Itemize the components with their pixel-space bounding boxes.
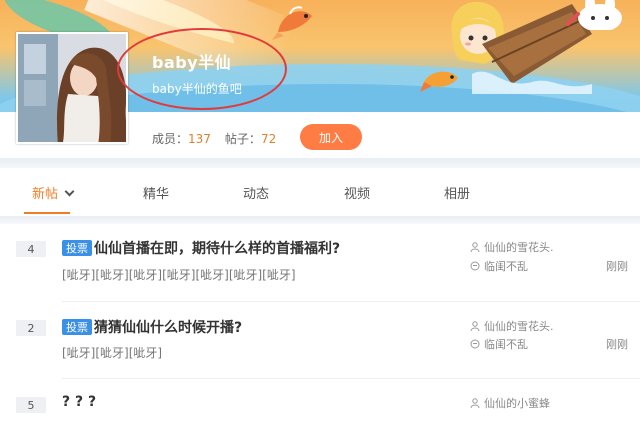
members-stat: 成员：137 bbox=[152, 130, 211, 147]
thread-author[interactable]: 仙仙的雪花头. bbox=[470, 239, 554, 255]
tab-videos[interactable]: 视频 bbox=[344, 183, 370, 202]
fish-illustration bbox=[420, 71, 458, 92]
posts-count: 72 bbox=[260, 132, 277, 146]
author-name: 仙仙的雪花头. bbox=[484, 320, 554, 333]
active-tab-indicator bbox=[24, 212, 70, 214]
tab-new-posts[interactable]: 新帖 bbox=[32, 183, 75, 202]
bunny-illustration bbox=[566, 0, 622, 30]
forum-tabs: 新帖 精华 动态 视频 相册 bbox=[0, 168, 640, 216]
posts-stat: 帖子：72 bbox=[225, 130, 276, 147]
forum-subtitle: baby半仙的鱼吧 bbox=[152, 82, 242, 96]
comment-icon bbox=[470, 261, 480, 271]
thread-author[interactable]: 仙仙的雪花头. bbox=[470, 318, 554, 334]
user-icon bbox=[470, 398, 480, 408]
members-label: 成员： bbox=[152, 132, 189, 146]
divider-band bbox=[0, 216, 640, 224]
thread-abstract: [呲牙][呲牙][呲牙] bbox=[62, 346, 163, 360]
posts-label: 帖子： bbox=[224, 132, 261, 146]
tab-label: 新帖 bbox=[32, 187, 59, 202]
tab-featured[interactable]: 精华 bbox=[143, 183, 169, 202]
author-name: 仙仙的小蜜蜂 bbox=[484, 397, 550, 410]
thread-title[interactable]: 猜猜仙仙什么时候开播? bbox=[94, 317, 242, 337]
forum-avatar[interactable] bbox=[16, 32, 128, 144]
last-replier[interactable]: 临闺不乱 bbox=[470, 336, 528, 352]
row-divider bbox=[62, 378, 640, 379]
reply-time: 刚刚 bbox=[606, 260, 628, 273]
row-divider bbox=[62, 301, 640, 302]
thread-abstract: [呲牙][呲牙][呲牙][呲牙][呲牙][呲牙][呲牙] bbox=[62, 268, 296, 282]
chevron-down-icon[interactable] bbox=[64, 186, 75, 197]
reply-count: 2 bbox=[16, 320, 46, 336]
last-replier[interactable]: 临闺不乱 bbox=[470, 258, 528, 274]
forum-stats: 成员：137 帖子：72 bbox=[152, 130, 276, 147]
last-replier-name: 临闺不乱 bbox=[484, 338, 528, 351]
thread-author[interactable]: 仙仙的小蜜蜂 bbox=[470, 395, 550, 411]
portrait-image bbox=[18, 34, 126, 142]
thread-title[interactable]: 仙仙首播在即，期待什么样的首播福利? bbox=[94, 238, 340, 258]
author-name: 仙仙的雪花头. bbox=[484, 241, 554, 254]
reply-count: 4 bbox=[16, 241, 46, 257]
tab-activity[interactable]: 动态 bbox=[243, 183, 269, 202]
last-replier-name: 临闺不乱 bbox=[484, 260, 528, 273]
user-icon bbox=[470, 321, 480, 331]
thread-title[interactable]: ? ? ? bbox=[62, 394, 96, 410]
comment-icon bbox=[470, 339, 480, 349]
divider-band bbox=[0, 158, 640, 168]
forum-name[interactable]: baby半仙 bbox=[152, 49, 231, 73]
members-count: 137 bbox=[188, 132, 211, 146]
reply-count: 5 bbox=[16, 397, 46, 413]
reply-time: 刚刚 bbox=[606, 338, 628, 351]
tab-albums[interactable]: 相册 bbox=[444, 183, 470, 202]
vote-badge: 投票 bbox=[62, 319, 92, 335]
user-icon bbox=[470, 242, 480, 252]
fish-illustration bbox=[272, 6, 312, 40]
join-button[interactable]: 加入 bbox=[300, 124, 362, 150]
vote-badge: 投票 bbox=[62, 240, 92, 256]
